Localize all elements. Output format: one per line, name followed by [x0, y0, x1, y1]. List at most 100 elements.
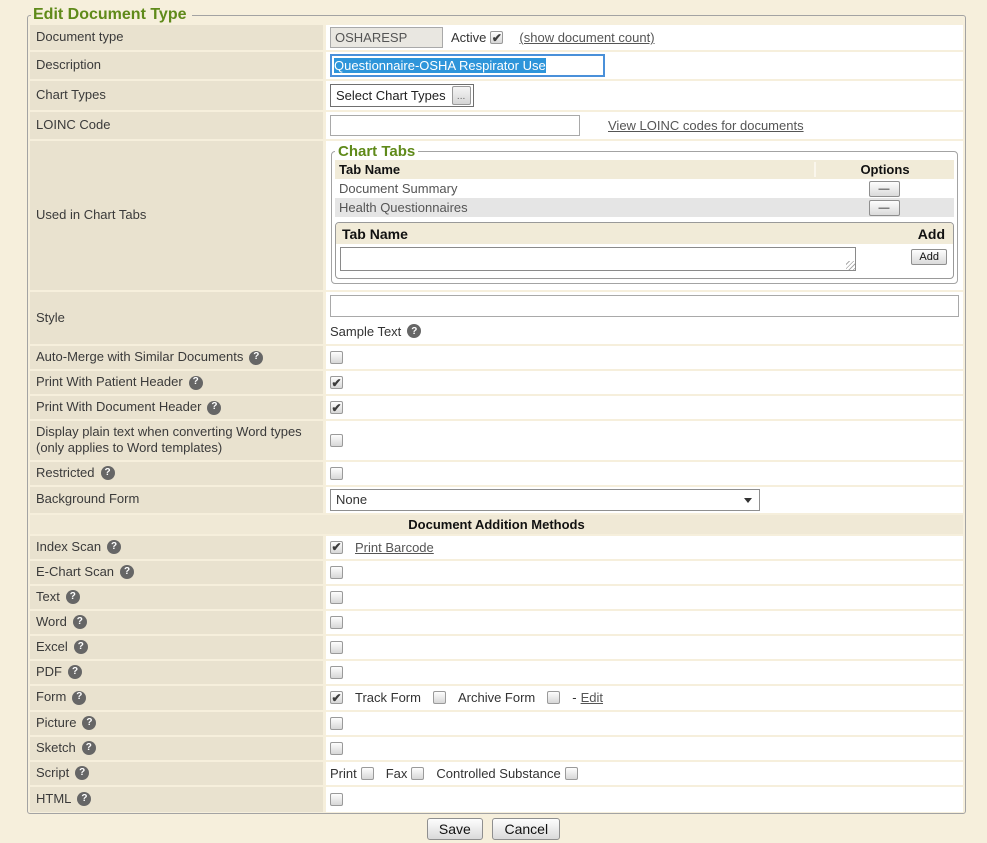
display-plain-text-label: Display plain text when converting Word …	[30, 421, 326, 460]
index-scan-label: Index Scan ?	[30, 536, 326, 559]
row-auto-merge: Auto-Merge with Similar Documents ?	[30, 346, 963, 371]
document-addition-methods-header: Document Addition Methods	[30, 515, 963, 536]
html-checkbox[interactable]	[330, 793, 343, 806]
row-index-scan: Index Scan ? ✔ Print Barcode	[30, 536, 963, 561]
index-scan-checkbox[interactable]: ✔	[330, 541, 343, 554]
remove-tab-button[interactable]: —	[869, 200, 900, 216]
row-html: HTML ?	[30, 787, 963, 812]
auto-merge-checkbox[interactable]	[330, 351, 343, 364]
view-loinc-codes-link[interactable]: View LOINC codes for documents	[608, 118, 804, 133]
options-column-header: Options	[814, 162, 954, 177]
script-print-checkbox[interactable]	[361, 767, 374, 780]
script-fax-checkbox[interactable]	[411, 767, 424, 780]
description-input[interactable]: Questionnaire-OSHA Respirator Use	[330, 54, 605, 77]
controlled-substance-checkbox[interactable]	[565, 767, 578, 780]
controlled-substance-label: Controlled Substance	[436, 766, 560, 781]
chart-tabs-header: Tab Name Options	[335, 160, 954, 179]
row-excel: Excel ?	[30, 636, 963, 661]
dropdown-arrow-icon	[744, 498, 752, 503]
row-pdf: PDF ?	[30, 661, 963, 686]
ellipsis-icon[interactable]: ...	[452, 86, 471, 105]
add-column-header: Add	[901, 226, 953, 242]
row-picture: Picture ?	[30, 712, 963, 737]
help-icon[interactable]: ?	[74, 640, 88, 654]
display-plain-text-checkbox[interactable]	[330, 434, 343, 447]
selected-text: Questionnaire-OSHA Respirator Use	[334, 58, 546, 73]
word-checkbox[interactable]	[330, 616, 343, 629]
text-label: Text ?	[30, 586, 326, 609]
add-tab-section: Tab Name Add Add	[335, 222, 954, 279]
new-tab-name-textarea[interactable]	[340, 247, 856, 271]
excel-checkbox[interactable]	[330, 641, 343, 654]
edit-separator: -	[572, 690, 576, 705]
row-echart-scan: E-Chart Scan ?	[30, 561, 963, 586]
print-patient-header-label: Print With Patient Header ?	[30, 371, 326, 394]
row-document-type: Document type OSHARESP Active ✔ (show do…	[30, 25, 963, 52]
help-icon[interactable]: ?	[249, 351, 263, 365]
style-input[interactable]	[330, 295, 959, 317]
print-document-header-checkbox[interactable]: ✔	[330, 401, 343, 414]
print-patient-header-checkbox[interactable]: ✔	[330, 376, 343, 389]
add-tab-button[interactable]: Add	[911, 249, 947, 265]
description-label: Description	[30, 52, 326, 79]
document-type-label: Document type	[30, 25, 326, 50]
help-icon[interactable]: ?	[77, 792, 91, 806]
help-icon[interactable]: ?	[120, 565, 134, 579]
print-document-header-label: Print With Document Header ?	[30, 396, 326, 419]
restricted-checkbox[interactable]	[330, 467, 343, 480]
help-icon[interactable]: ?	[68, 665, 82, 679]
row-used-in-chart-tabs: Used in Chart Tabs Chart Tabs Tab Name O…	[30, 141, 963, 292]
picture-checkbox[interactable]	[330, 717, 343, 730]
show-document-count-link[interactable]: (show document count)	[519, 30, 654, 45]
script-print-label: Print	[330, 766, 357, 781]
help-icon[interactable]: ?	[82, 716, 96, 730]
chart-tabs-fieldset: Chart Tabs Tab Name Options Document Sum…	[331, 143, 958, 284]
edit-document-type-panel: Edit Document Type Document type OSHARES…	[27, 6, 966, 814]
archive-form-checkbox[interactable]	[547, 691, 560, 704]
picture-label: Picture ?	[30, 712, 326, 735]
row-loinc-code: LOINC Code View LOINC codes for document…	[30, 112, 963, 141]
edit-form-link[interactable]: Edit	[581, 690, 603, 705]
chart-tab-name: Document Summary	[335, 181, 814, 196]
row-style: Style Sample Text ?	[30, 292, 963, 346]
remove-tab-button[interactable]: —	[869, 181, 900, 197]
row-print-patient-header: Print With Patient Header ? ✔	[30, 371, 963, 396]
track-form-checkbox[interactable]	[433, 691, 446, 704]
background-form-select[interactable]: None	[330, 489, 760, 511]
echart-scan-checkbox[interactable]	[330, 566, 343, 579]
row-script: Script ? Print Fax Controlled Substance	[30, 762, 963, 787]
active-label: Active	[451, 30, 486, 45]
form-checkbox[interactable]: ✔	[330, 691, 343, 704]
loinc-code-label: LOINC Code	[30, 112, 326, 139]
select-chart-types-button[interactable]: Select Chart Types ...	[330, 84, 474, 107]
save-button[interactable]: Save	[427, 818, 483, 840]
loinc-code-input[interactable]	[330, 115, 580, 136]
active-checkbox[interactable]: ✔	[490, 31, 503, 44]
print-barcode-link[interactable]: Print Barcode	[355, 540, 434, 555]
help-icon[interactable]: ?	[101, 466, 115, 480]
script-fax-label: Fax	[386, 766, 408, 781]
row-background-form: Background Form None	[30, 487, 963, 515]
row-display-plain-text: Display plain text when converting Word …	[30, 421, 963, 462]
document-type-field: OSHARESP	[330, 27, 443, 48]
row-description: Description Questionnaire-OSHA Respirato…	[30, 52, 963, 81]
chart-tabs-title: Chart Tabs	[335, 143, 418, 160]
sketch-checkbox[interactable]	[330, 742, 343, 755]
sketch-label: Sketch ?	[30, 737, 326, 760]
help-icon[interactable]: ?	[72, 691, 86, 705]
help-icon[interactable]: ?	[207, 401, 221, 415]
help-icon[interactable]: ?	[75, 766, 89, 780]
help-icon[interactable]: ?	[407, 324, 421, 338]
pdf-checkbox[interactable]	[330, 666, 343, 679]
row-chart-types: Chart Types Select Chart Types ...	[30, 81, 963, 112]
help-icon[interactable]: ?	[107, 540, 121, 554]
cancel-button[interactable]: Cancel	[492, 818, 560, 840]
help-icon[interactable]: ?	[66, 590, 80, 604]
used-in-chart-tabs-label: Used in Chart Tabs	[30, 141, 326, 290]
help-icon[interactable]: ?	[82, 741, 96, 755]
text-checkbox[interactable]	[330, 591, 343, 604]
help-icon[interactable]: ?	[73, 615, 87, 629]
add-tab-name-header: Tab Name	[336, 226, 901, 242]
html-label: HTML ?	[30, 787, 326, 812]
help-icon[interactable]: ?	[189, 376, 203, 390]
